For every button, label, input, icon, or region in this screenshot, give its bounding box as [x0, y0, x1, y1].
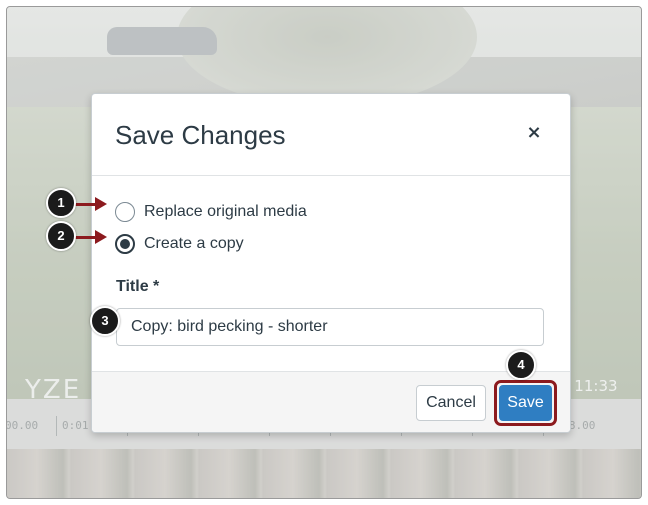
- dialog-title: Save Changes: [115, 120, 286, 150]
- replace-original-option[interactable]: Replace original media: [115, 201, 307, 223]
- callout-badge-3: 3: [90, 306, 120, 336]
- callout-badge-4: 4: [506, 350, 536, 380]
- title-input[interactable]: [116, 308, 544, 346]
- create-copy-radio[interactable]: [115, 234, 135, 254]
- callout-arrow-1: [75, 197, 107, 211]
- save-changes-dialog: Save Changes × Replace original media Cr…: [91, 93, 571, 433]
- cancel-button[interactable]: Cancel: [416, 385, 486, 421]
- dialog-footer: Cancel Save: [92, 371, 570, 432]
- create-copy-label: Create a copy: [144, 235, 244, 252]
- dialog-header: Save Changes ×: [92, 94, 570, 176]
- create-copy-option[interactable]: Create a copy: [115, 233, 244, 255]
- title-field-label: Title *: [116, 278, 160, 295]
- callout-badge-2: 2: [46, 221, 76, 251]
- screenshot-frame: YZE 0 11:33 00.00 0:01.00 0:02.00 0:03.0…: [6, 6, 642, 499]
- replace-original-radio[interactable]: [115, 202, 135, 222]
- save-button[interactable]: Save: [499, 385, 552, 421]
- callout-arrow-2: [75, 230, 107, 244]
- replace-original-label: Replace original media: [144, 203, 307, 220]
- callout-badge-1: 1: [46, 188, 76, 218]
- close-icon[interactable]: ×: [521, 120, 547, 146]
